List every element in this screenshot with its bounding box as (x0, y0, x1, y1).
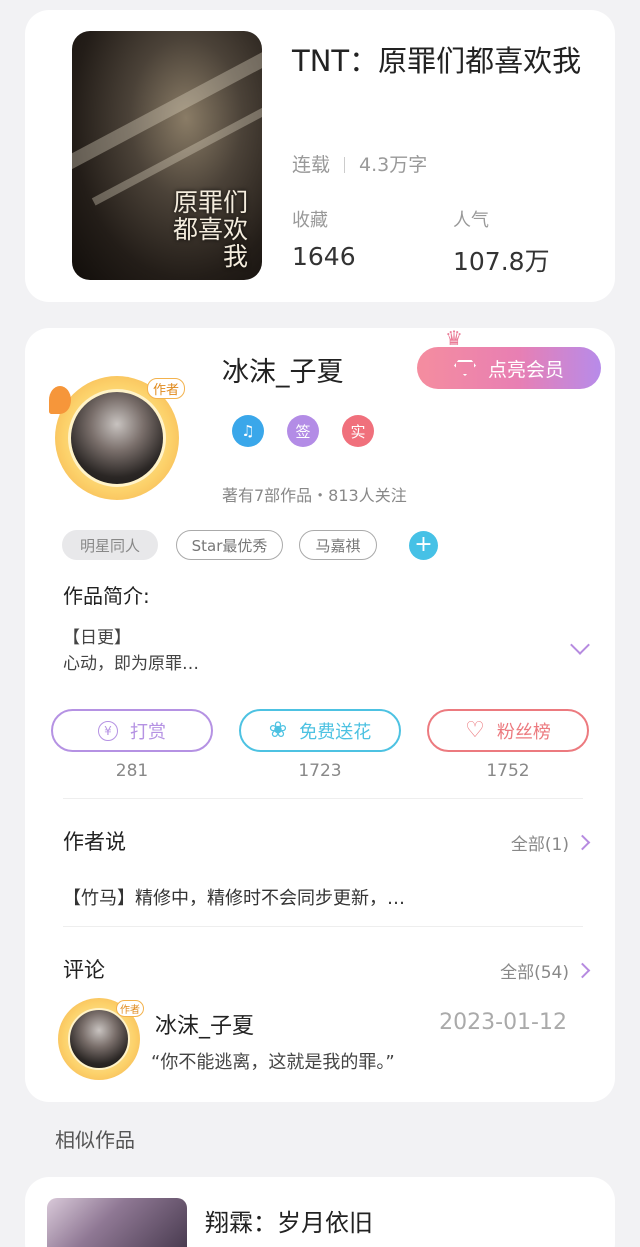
intro-line: 【日更】 (63, 628, 131, 648)
cover-title-text: 原罪们都喜欢我 (172, 188, 248, 271)
author-say-all-label: 全部(1) (510, 835, 569, 855)
yen-icon: ¥ (98, 720, 118, 741)
cover-decoration (72, 45, 262, 171)
chevron-right-icon (574, 834, 591, 851)
tag-star-fanfic[interactable]: 明星同人 (62, 530, 158, 560)
avatar-photo (68, 1008, 130, 1070)
book-status-row: 连载 4.3万字 (292, 150, 427, 177)
author-say-all-link[interactable]: 全部(1) (510, 830, 591, 855)
favorites-label: 收藏 (292, 210, 328, 231)
serial-status: 连载 (292, 154, 331, 176)
author-detail-card: 作者 冰沫_子夏 ♛ 点亮会员 ♫ 签 实 著有7部作品・813人关注 明星同人… (25, 326, 615, 1102)
popularity-count: 107.8万 (453, 247, 550, 276)
comments-title: 评论 (63, 958, 105, 982)
intro-label: 作品简介: (63, 584, 150, 608)
similar-work-title[interactable]: 翔霖：岁月依旧 (205, 1203, 373, 1238)
vip-button[interactable]: 点亮会员 (417, 347, 601, 389)
comment-text[interactable]: “你不能逃离，这就是我的罪。” (151, 1048, 395, 1074)
expand-chevron-down-icon[interactable] (570, 635, 590, 655)
leaf-icon (49, 386, 71, 414)
book-cover-image[interactable]: 原罪们都喜欢我 (72, 31, 262, 280)
similar-work-card[interactable]: 翔霖：岁月依旧 (25, 1177, 615, 1247)
fan-ranking-button[interactable]: ♡ 粉丝榜 (427, 709, 589, 752)
send-flower-button[interactable]: ❀ 免费送花 (239, 709, 401, 752)
similar-work-cover[interactable] (47, 1198, 187, 1247)
author-avatar[interactable]: 作者 (49, 376, 185, 500)
tag-ma-jiaqi[interactable]: 马嘉祺 (299, 530, 377, 560)
fan-ranking-label: 粉丝榜 (496, 721, 551, 743)
word-count: 4.3万字 (359, 154, 428, 176)
flower-count: 1723 (298, 761, 342, 781)
fan-user-icon: ♡ (465, 718, 485, 743)
section-divider (63, 798, 583, 799)
comment-date: 2023-01-12 (439, 1010, 567, 1035)
comments-all-label: 全部(54) (500, 963, 569, 983)
add-tag-icon[interactable]: + (409, 531, 438, 560)
verified-badge-icon[interactable]: 实 (342, 415, 374, 447)
intro-line: 心动，即为原罪… (63, 654, 199, 674)
author-tag-badge: 作者 (146, 378, 185, 399)
author-say-text[interactable]: 【竹马】精修中，精修时不会同步更新，… (63, 884, 405, 910)
author-name[interactable]: 冰沫_子夏 (222, 350, 344, 389)
signed-badge-icon[interactable]: 签 (287, 415, 319, 447)
avatar-photo (68, 389, 166, 487)
similar-works-label: 相似作品 (55, 1128, 135, 1152)
fan-ranking-count: 1752 (486, 761, 530, 781)
music-badge-icon[interactable]: ♫ (232, 415, 264, 447)
book-info-card: 原罪们都喜欢我 TNT：原罪们都喜欢我 连载 4.3万字 收藏 1646 人气 1… (25, 10, 615, 302)
favorites-count: 1646 (292, 242, 356, 271)
author-tag-badge: 作者 (116, 1000, 144, 1017)
section-divider (63, 926, 583, 927)
popularity-label: 人气 (453, 210, 489, 231)
chevron-right-icon (574, 962, 591, 979)
tip-label: 打赏 (130, 721, 166, 743)
send-flower-label: 免费送花 (299, 721, 372, 743)
book-title: TNT：原罪们都喜欢我 (292, 44, 582, 78)
intro-text[interactable]: 【日更】 心动，即为原罪… (63, 625, 199, 677)
commenter-name[interactable]: 冰沫_子夏 (155, 1008, 254, 1040)
commenter-avatar[interactable]: 作者 (58, 998, 144, 1080)
vip-button-label: 点亮会员 (487, 358, 564, 381)
divider (344, 157, 346, 173)
author-works-followers: 著有7部作品・813人关注 (222, 486, 407, 505)
tag-star-best[interactable]: Star最优秀 (176, 530, 283, 560)
flower-icon: ❀ (268, 718, 288, 743)
tip-count: 281 (115, 761, 149, 781)
tip-button[interactable]: ¥ 打赏 (51, 709, 213, 752)
comments-all-link[interactable]: 全部(54) (500, 958, 591, 983)
author-say-title: 作者说 (63, 830, 126, 854)
diamond-icon (453, 360, 476, 376)
